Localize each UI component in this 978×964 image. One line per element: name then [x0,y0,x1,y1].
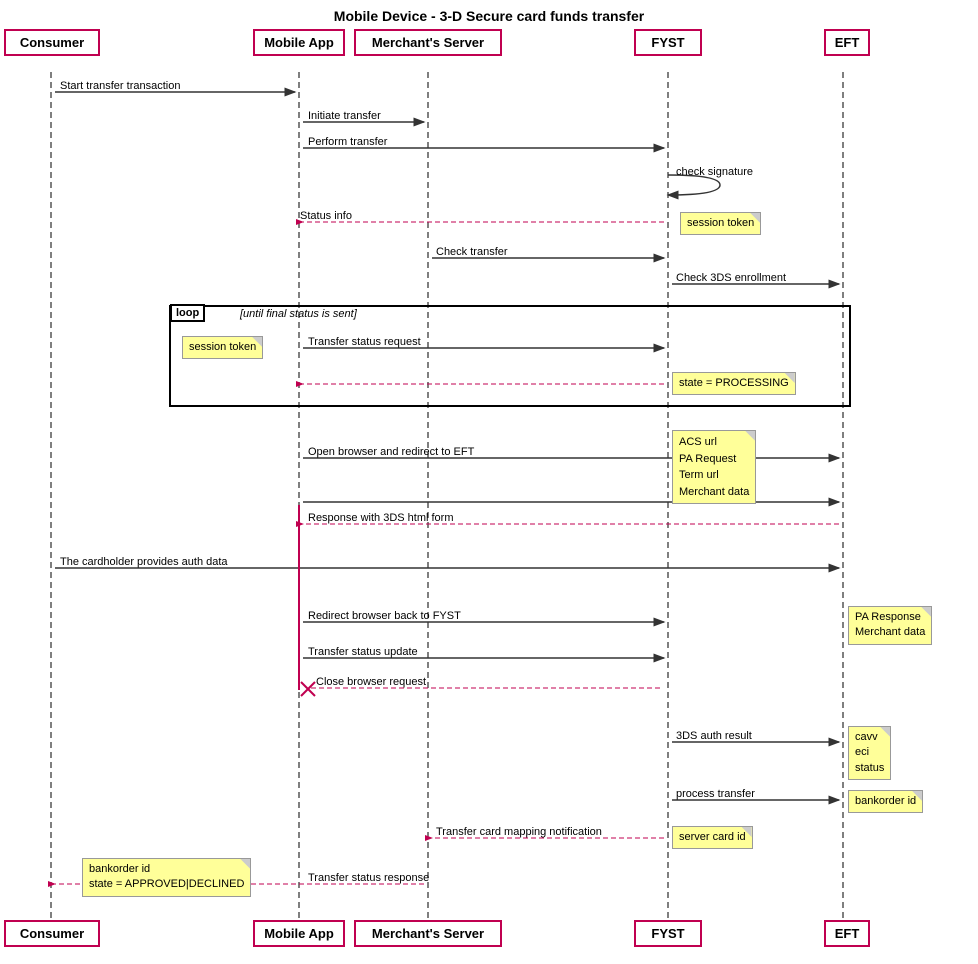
note-acs-url: ACS urlPA RequestTerm urlMerchant data [672,430,756,504]
actor-mobileapp-bottom: Mobile App [253,920,345,947]
msg-transfer-card-mapping: Transfer card mapping notification [436,826,602,838]
arrows-svg [0,0,978,964]
note-pa-response: PA ResponseMerchant data [848,606,932,645]
loop-label: loop [170,304,205,322]
msg-check-signature: check signature [676,166,753,178]
msg-close-browser: Close browser request [316,676,426,688]
msg-transfer-status-response: Transfer status response [308,872,429,884]
note-cavv: cavvecistatus [848,726,891,780]
msg-response-3ds: Response with 3DS html form [308,512,454,524]
note-session-token-fyst: session token [680,212,761,235]
actor-eft-bottom: EFT [824,920,870,947]
actor-merchant-top: Merchant's Server [354,29,502,56]
loop-condition: [until final status is sent] [240,308,357,320]
actor-fyst-bottom: FYST [634,920,702,947]
actor-consumer-top: Consumer [4,29,100,56]
note-server-card-id: server card id [672,826,753,849]
msg-transfer-status-update: Transfer status update [308,646,418,658]
note-state-processing: state = PROCESSING [672,372,796,395]
actor-eft-top: EFT [824,29,870,56]
msg-check-3ds: Check 3DS enrollment [676,272,786,284]
msg-initiate-transfer: Initiate transfer [308,110,381,122]
actor-fyst-top: FYST [634,29,702,56]
msg-perform-transfer: Perform transfer [308,136,387,148]
msg-status-info: Status info [300,210,352,222]
note-session-token-loop: session token [182,336,263,359]
msg-transfer-status-req: Transfer status request [308,336,421,348]
diagram: Mobile Device - 3-D Secure card funds tr… [0,0,978,964]
msg-open-browser: Open browser and redirect to EFT [308,446,474,458]
msg-process-transfer: process transfer [676,788,755,800]
msg-start-transfer: Start transfer transaction [60,80,180,92]
diagram-title: Mobile Device - 3-D Secure card funds tr… [0,8,978,24]
msg-3ds-auth: 3DS auth result [676,730,752,742]
actor-mobileapp-top: Mobile App [253,29,345,56]
msg-cardholder: The cardholder provides auth data [60,556,228,568]
actor-consumer-bottom: Consumer [4,920,100,947]
note-bankorder-id-eft: bankorder id [848,790,923,813]
msg-redirect-browser: Redirect browser back to FYST [308,610,461,622]
note-bankorder-state: bankorder idstate = APPROVED|DECLINED [82,858,251,897]
msg-check-transfer: Check transfer [436,246,508,258]
actor-merchant-bottom: Merchant's Server [354,920,502,947]
